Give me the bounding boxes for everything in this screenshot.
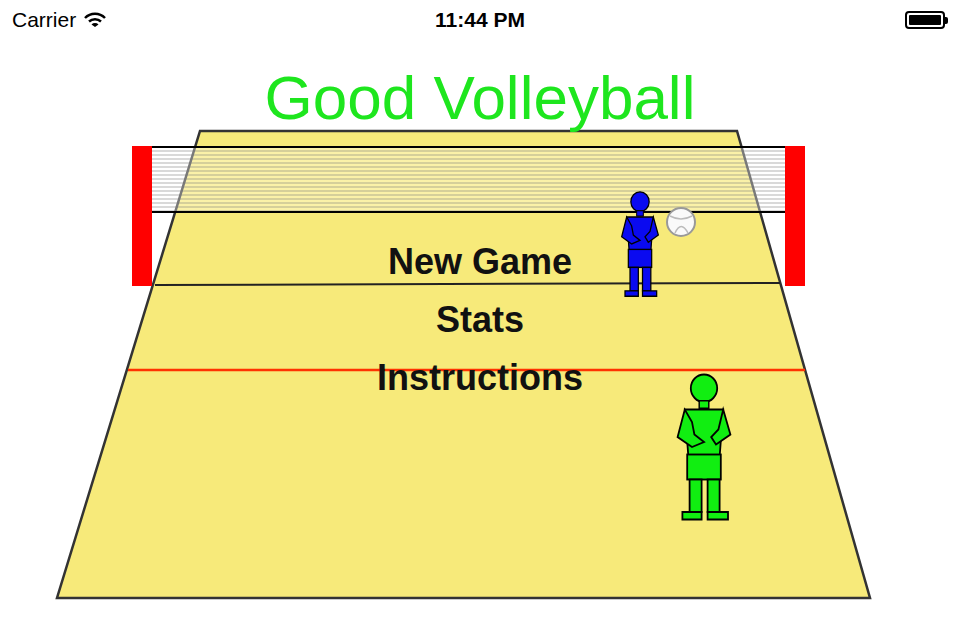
player-icon: [615, 190, 665, 298]
ball-icon: [667, 208, 695, 236]
wifi-icon: [84, 12, 106, 28]
menu-item[interactable]: Instructions: [369, 354, 591, 402]
game-title: Good Volleyball: [0, 62, 960, 134]
main-menu: New Game Stats Instructions: [0, 238, 960, 402]
battery-icon: [905, 11, 948, 29]
menu-item[interactable]: New Game: [380, 238, 580, 286]
game-screen: Carrier 11:44 PM Good Volleyball New Game St…: [0, 0, 960, 640]
menu-item[interactable]: Stats: [428, 296, 532, 344]
player-icon: [668, 372, 740, 522]
status-bar: Carrier 11:44 PM: [0, 0, 960, 40]
carrier-label: Carrier: [12, 8, 76, 32]
clock: 11:44 PM: [435, 8, 525, 32]
court-scene: Good Volleyball New Game Stats Instructions: [0, 40, 960, 640]
